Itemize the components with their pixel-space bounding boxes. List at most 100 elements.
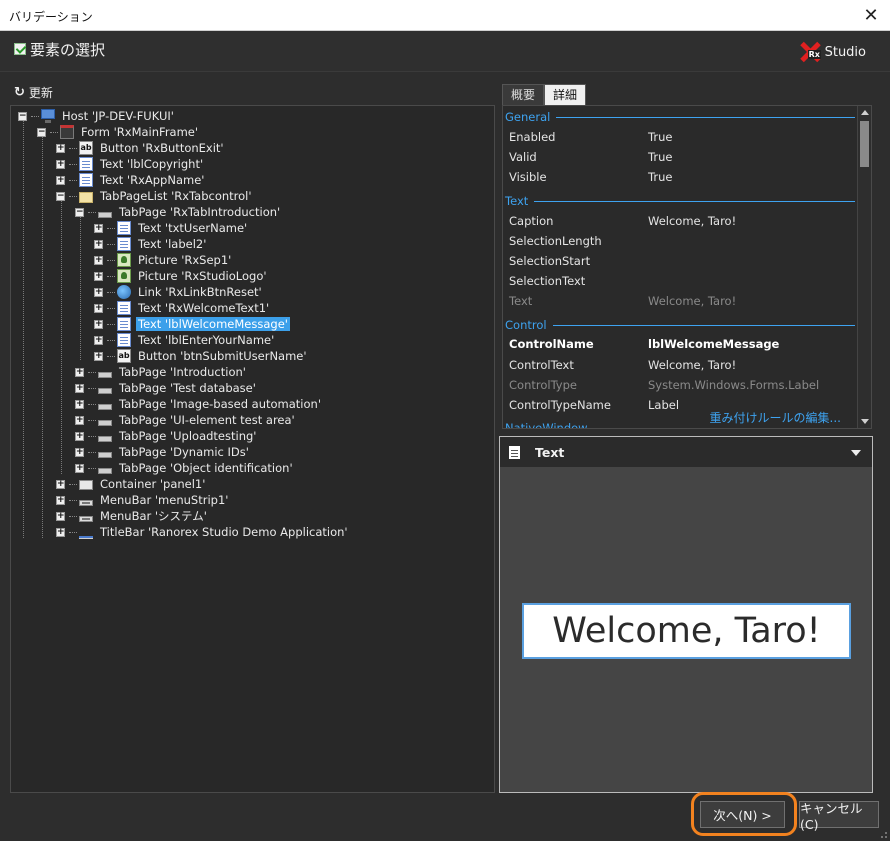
- tree-node-label: TabPage 'Uploadtesting': [119, 429, 257, 443]
- expand-toggle-icon[interactable]: +: [94, 287, 103, 297]
- button-icon: ab: [117, 349, 131, 363]
- tabpage-icon: [98, 404, 112, 410]
- expand-toggle-icon[interactable]: +: [75, 463, 84, 473]
- tree-node[interactable]: − TabPageList 'RxTabcontrol': [56, 188, 254, 204]
- menubar-icon: [79, 500, 93, 506]
- tree-node[interactable]: + Text 'lblEnterYourName': [94, 332, 276, 348]
- tree-node[interactable]: + MenuBar 'menuStrip1': [56, 492, 230, 508]
- scroll-thumb[interactable]: [860, 121, 869, 167]
- document-icon: [509, 445, 520, 459]
- tree-node-label: Text 'RxAppName': [100, 173, 205, 187]
- cancel-button[interactable]: キャンセル(C): [799, 801, 879, 832]
- property-scrollbar[interactable]: [857, 106, 871, 428]
- tree-node-label: Button 'RxButtonExit': [100, 141, 224, 155]
- resize-grip-icon[interactable]: [878, 829, 888, 839]
- collapse-toggle-icon[interactable]: −: [18, 111, 27, 121]
- property-row[interactable]: Visible True: [509, 168, 849, 186]
- tree-node[interactable]: + TabPage 'Uploadtesting': [75, 428, 258, 444]
- tree-node[interactable]: + TitleBar 'Ranorex Studio Demo Applicat…: [56, 524, 350, 540]
- expand-toggle-icon[interactable]: +: [56, 479, 65, 489]
- tree-node-label: Text 'lblEnterYourName': [138, 333, 275, 347]
- tree-node-selected[interactable]: + Text 'lblWelcomeMessage': [94, 316, 290, 332]
- tabpage-icon: [98, 452, 112, 458]
- expand-toggle-icon[interactable]: +: [94, 223, 103, 233]
- expand-toggle-icon[interactable]: +: [56, 495, 65, 505]
- tree-node[interactable]: + TabPage 'Introduction': [75, 364, 248, 380]
- chevron-down-icon[interactable]: [851, 450, 861, 456]
- property-row[interactable]: ControlType System.Windows.Forms.Label: [509, 376, 849, 394]
- tree-node[interactable]: + TabPage 'Test database': [75, 380, 258, 396]
- tree-node[interactable]: + Link 'RxLinkBtnReset': [94, 284, 264, 300]
- tree-node-host[interactable]: − Host 'JP-DEV-FUKUI': [18, 108, 176, 124]
- expand-toggle-icon[interactable]: +: [56, 527, 65, 537]
- close-icon[interactable]: ✕: [852, 0, 890, 30]
- tree-node[interactable]: + ab Button 'RxButtonExit': [56, 140, 226, 156]
- collapse-toggle-icon[interactable]: −: [56, 191, 65, 201]
- property-row[interactable]: Text Welcome, Taro!: [509, 292, 849, 310]
- tree-node[interactable]: + TabPage 'Object identification': [75, 460, 295, 476]
- expand-toggle-icon[interactable]: +: [56, 159, 65, 169]
- tree-node-label: Host 'JP-DEV-FUKUI': [62, 109, 174, 123]
- tree-node[interactable]: + MenuBar 'システム': [56, 508, 209, 524]
- tree-node[interactable]: + TabPage 'UI-element test area': [75, 412, 297, 428]
- expand-toggle-icon[interactable]: +: [94, 335, 103, 345]
- expand-toggle-icon[interactable]: +: [75, 399, 84, 409]
- property-value: Welcome, Taro!: [648, 214, 737, 228]
- tree-node[interactable]: + Text 'RxWelcomeText1': [94, 300, 271, 316]
- property-row[interactable]: SelectionStart: [509, 252, 849, 270]
- tree-node[interactable]: + Text 'RxAppName': [56, 172, 206, 188]
- collapse-toggle-icon[interactable]: −: [37, 127, 46, 137]
- tree-node[interactable]: + Text 'lblCopyright': [56, 156, 205, 172]
- expand-toggle-icon[interactable]: +: [75, 383, 84, 393]
- section-title: Control: [505, 318, 547, 332]
- tree-node[interactable]: + Text 'label2': [94, 236, 208, 252]
- tree-node-form[interactable]: − Form 'RxMainFrame': [37, 124, 200, 140]
- property-name: SelectionText: [509, 274, 586, 288]
- collapse-toggle-icon[interactable]: −: [75, 207, 84, 217]
- tree-node[interactable]: + ab Button 'btnSubmitUserName': [94, 348, 309, 364]
- scroll-up-icon[interactable]: [861, 110, 869, 115]
- property-row[interactable]: Valid True: [509, 148, 849, 166]
- preview-header[interactable]: Text: [500, 437, 872, 467]
- element-tree[interactable]: − Host 'JP-DEV-FUKUI' − Form 'RxMainFram…: [10, 105, 495, 793]
- property-row[interactable]: SelectionLength: [509, 232, 849, 250]
- expand-toggle-icon[interactable]: +: [75, 415, 84, 425]
- expand-toggle-icon[interactable]: +: [94, 271, 103, 281]
- property-row[interactable]: SelectionText: [509, 272, 849, 290]
- expand-toggle-icon[interactable]: +: [94, 239, 103, 249]
- property-row[interactable]: Enabled True: [509, 128, 849, 146]
- expand-toggle-icon[interactable]: +: [75, 447, 84, 457]
- refresh-button[interactable]: ↻ 更新: [14, 84, 53, 101]
- property-row[interactable]: Caption Welcome, Taro!: [509, 212, 849, 230]
- tree-node[interactable]: + Picture 'RxSep1': [94, 252, 233, 268]
- tree-node[interactable]: + Text 'txtUserName': [94, 220, 249, 236]
- expand-toggle-icon[interactable]: +: [94, 255, 103, 265]
- expand-toggle-icon[interactable]: +: [94, 351, 103, 361]
- tab-overview[interactable]: 概要: [502, 84, 545, 105]
- expand-toggle-icon[interactable]: +: [75, 367, 84, 377]
- tree-node-label: Form 'RxMainFrame': [81, 125, 199, 139]
- property-row[interactable]: ControlText Welcome, Taro!: [509, 356, 849, 374]
- tree-node[interactable]: + Container 'panel1': [56, 476, 207, 492]
- tabpage-icon: [98, 388, 112, 394]
- expand-toggle-icon[interactable]: +: [94, 303, 103, 313]
- next-button[interactable]: 次へ(N) >: [700, 801, 785, 828]
- folder-icon: [79, 191, 93, 203]
- expand-toggle-icon[interactable]: +: [56, 511, 65, 521]
- expand-toggle-icon[interactable]: +: [94, 319, 103, 329]
- expand-toggle-icon[interactable]: +: [56, 175, 65, 185]
- expand-toggle-icon[interactable]: +: [75, 431, 84, 441]
- scroll-down-icon[interactable]: [861, 419, 869, 424]
- property-name: ControlName: [509, 337, 594, 351]
- tab-details[interactable]: 詳細: [544, 84, 587, 105]
- edit-weight-rules-link[interactable]: 重み付けルールの編集...: [703, 409, 841, 426]
- text-icon: [79, 157, 93, 171]
- tree-node[interactable]: + TabPage 'Image-based automation': [75, 396, 323, 412]
- property-grid[interactable]: General Enabled True Valid True Visible …: [502, 105, 872, 429]
- expand-toggle-icon[interactable]: +: [56, 143, 65, 153]
- button-icon: ab: [79, 141, 93, 155]
- property-row[interactable]: ControlName lblWelcomeMessage: [509, 335, 849, 353]
- tree-node[interactable]: − TabPage 'RxTabIntroduction': [75, 204, 282, 220]
- tree-node[interactable]: + TabPage 'Dynamic IDs': [75, 444, 251, 460]
- tree-node[interactable]: + Picture 'RxStudioLogo': [94, 268, 269, 284]
